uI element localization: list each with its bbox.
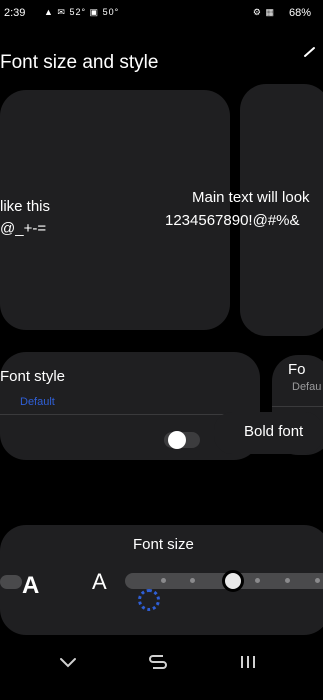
chevron-down-icon[interactable] [58, 654, 78, 675]
back-icon[interactable] [299, 44, 319, 66]
status-time: 2:39 [4, 7, 26, 19]
font-size-label: Font size [133, 536, 194, 553]
preview-text-line1: like this [0, 198, 51, 215]
font-size-slider[interactable] [125, 570, 323, 592]
font-size-large-a: A [92, 569, 107, 594]
slider-focus-ring [138, 589, 160, 611]
font-style-label-right: Fo [288, 361, 306, 378]
divider [0, 414, 228, 415]
preview-main-line2: 1234567890!@#%& [165, 212, 300, 229]
font-style-label: Font style [0, 368, 66, 385]
divider-right [272, 406, 323, 407]
preview-text-line2: @_+-= [0, 220, 47, 237]
toggle-thumb [168, 431, 186, 449]
navigation-bar [0, 636, 323, 700]
bold-font-label: Bold font [244, 423, 304, 440]
battery-level: 68% [288, 7, 311, 19]
page-title: Font size and style [0, 52, 159, 73]
slider-thumb[interactable] [222, 570, 244, 592]
font-size-card: Font size A A [0, 525, 323, 635]
preview-card-left: like this @_+-= [0, 90, 230, 330]
home-icon[interactable] [148, 653, 168, 676]
font-style-row[interactable]: Font style Default [0, 352, 228, 410]
preview-main-line1: Main text will look [192, 189, 310, 206]
font-style-value-right: Defau [292, 381, 322, 393]
recents-icon[interactable] [238, 654, 258, 675]
font-style-value: Default [20, 396, 55, 408]
bold-font-row[interactable]: Bold font [214, 412, 323, 454]
preview-card-right [240, 84, 323, 336]
notification-icons: ▲ ✉ 52° ▣ 50° [44, 7, 120, 17]
signal-icons: ⚙ ▦ [252, 7, 275, 17]
font-size-small-a: A [22, 572, 40, 599]
status-bar: 2:39 ▲ ✉ 52° ▣ 50° ⚙ ▦ 68% [0, 0, 323, 28]
